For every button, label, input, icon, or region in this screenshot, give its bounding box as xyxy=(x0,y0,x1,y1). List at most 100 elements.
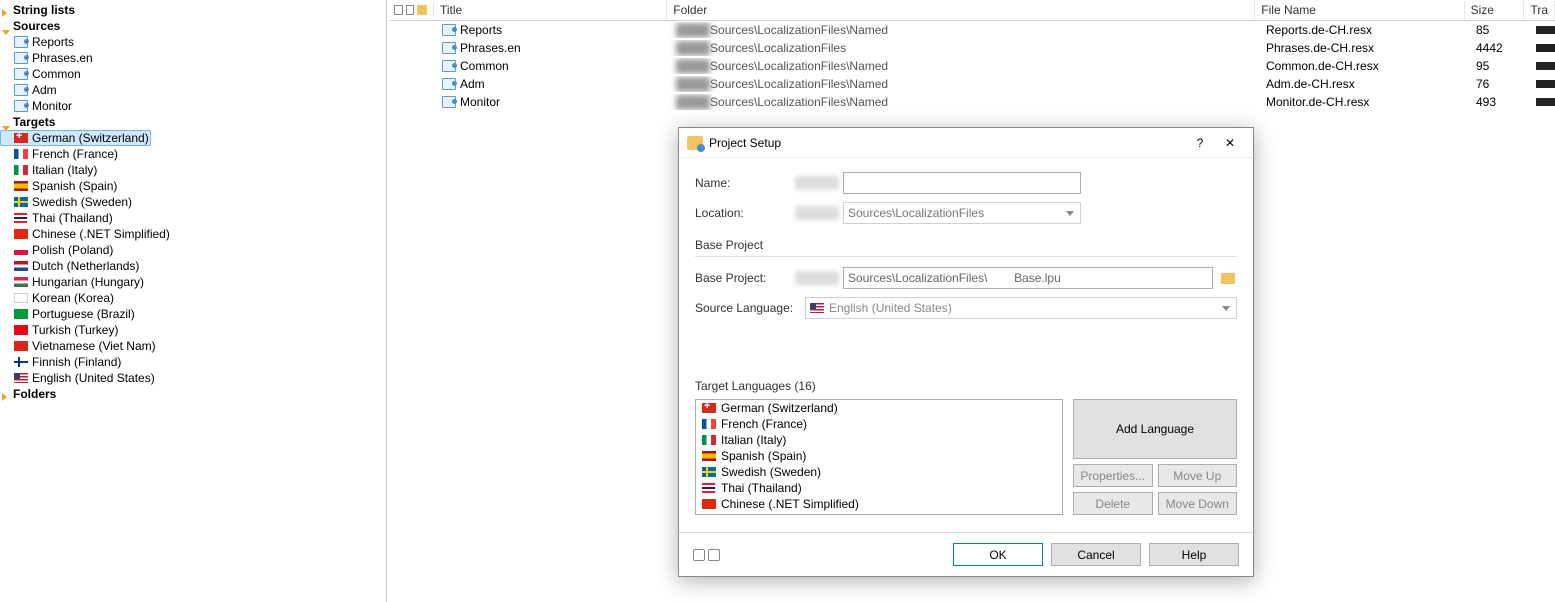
tree-targets[interactable]: Targets xyxy=(0,114,386,130)
tree-folders[interactable]: Folders xyxy=(0,386,386,402)
tree-target-item[interactable]: Portuguese (Brazil) xyxy=(0,306,386,322)
status-icon[interactable] xyxy=(693,549,705,561)
source-label: Phrases.en xyxy=(32,51,93,65)
col-tra[interactable]: Tra xyxy=(1524,1,1555,19)
project-setup-dialog: Project Setup ? ✕ Name: Location: Source… xyxy=(678,127,1254,577)
target-label: Polish (Poland) xyxy=(32,243,113,257)
language-list-item[interactable]: French (France) xyxy=(696,416,1062,432)
language-list-item[interactable]: Chinese (.NET Simplified) xyxy=(696,496,1062,512)
table-row[interactable]: Monitor████Sources\LocalizationFiles\Nam… xyxy=(390,93,1555,111)
tree-target-item[interactable]: Hungarian (Hungary) xyxy=(0,274,386,290)
col-select[interactable] xyxy=(390,3,434,17)
tree-target-item[interactable]: Thai (Thailand) xyxy=(0,210,386,226)
language-list-item[interactable]: Swedish (Sweden) xyxy=(696,464,1062,480)
language-list-item[interactable]: German (Switzerland) xyxy=(696,400,1062,416)
table-row[interactable]: Common████Sources\LocalizationFiles\Name… xyxy=(390,57,1555,75)
delete-button[interactable]: Delete xyxy=(1073,492,1153,515)
tree-target-item[interactable]: Vietnamese (Viet Nam) xyxy=(0,338,386,354)
location-combo[interactable]: Sources\LocalizationFiles xyxy=(843,202,1081,224)
row-size: 493 xyxy=(1470,94,1530,110)
redacted-text: ████ xyxy=(676,77,710,91)
help-icon[interactable]: ? xyxy=(1185,129,1215,157)
tree-target-item[interactable]: French (France) xyxy=(0,146,386,162)
close-icon[interactable]: ✕ xyxy=(1215,129,1245,157)
tree-source-item[interactable]: Phrases.en xyxy=(0,50,386,66)
it-flag-icon xyxy=(14,165,28,175)
tree-target-item[interactable]: German (Switzerland) xyxy=(0,130,151,146)
language-label: French (France) xyxy=(721,417,807,431)
tree-target-item[interactable]: Swedish (Sweden) xyxy=(0,194,386,210)
language-label: Chinese (.NET Simplified) xyxy=(721,497,859,511)
language-list-item[interactable]: Spanish (Spain) xyxy=(696,448,1062,464)
location-label: Location: xyxy=(695,206,795,220)
se-flag-icon xyxy=(14,197,28,207)
tree-target-item[interactable]: Korean (Korea) xyxy=(0,290,386,306)
ch-flag-icon xyxy=(14,133,28,143)
tree-source-item[interactable]: Adm xyxy=(0,82,386,98)
tree-target-item[interactable]: Polish (Poland) xyxy=(0,242,386,258)
properties-button[interactable]: Properties... xyxy=(1073,464,1153,487)
ok-button[interactable]: OK xyxy=(953,543,1043,566)
tree-panel: String lists Sources ReportsPhrases.en Co… xyxy=(0,0,387,602)
help-button[interactable]: Help xyxy=(1149,543,1239,566)
row-file: Phrases.de-CH.resx xyxy=(1260,40,1470,56)
source-label: Monitor xyxy=(32,99,72,113)
collapse-icon xyxy=(2,118,10,126)
se-flag-icon xyxy=(702,467,716,477)
source-language-combo[interactable]: English (United States) xyxy=(805,297,1237,319)
table-row[interactable]: Reports████Sources\LocalizationFiles\Nam… xyxy=(390,21,1555,39)
tree-source-item[interactable]: Reports xyxy=(0,34,386,50)
tree-source-item[interactable]: Monitor xyxy=(0,98,386,114)
dialog-titlebar[interactable]: Project Setup ? ✕ xyxy=(679,128,1253,158)
table-row[interactable]: Phrases.en████Sources\LocalizationFilesP… xyxy=(390,39,1555,57)
checkbox-icon[interactable] xyxy=(406,5,415,15)
checkbox-icon[interactable] xyxy=(394,5,403,15)
add-language-button[interactable]: Add Language xyxy=(1073,399,1237,459)
progress-bar-icon xyxy=(1536,62,1555,70)
tree-target-item[interactable]: Chinese (.NET Simplified) xyxy=(0,226,386,242)
base-project-input[interactable] xyxy=(843,267,1213,289)
target-language-list[interactable]: German (Switzerland)French (France)Itali… xyxy=(695,399,1063,515)
us-flag-icon xyxy=(14,373,28,383)
language-list-item[interactable]: Thai (Thailand) xyxy=(696,480,1062,496)
tree-sources[interactable]: Sources xyxy=(0,18,386,34)
browse-button[interactable] xyxy=(1219,269,1237,287)
move-down-button[interactable]: Move Down xyxy=(1158,492,1238,515)
targets-label: Targets xyxy=(13,115,55,129)
col-folder[interactable]: Folder xyxy=(667,1,1255,19)
col-title[interactable]: Title xyxy=(434,1,667,19)
tree-string-lists[interactable]: String lists xyxy=(0,2,386,18)
tree-target-item[interactable]: English (United States) xyxy=(0,370,386,386)
ch-flag-icon xyxy=(702,403,716,413)
tree-target-item[interactable]: Italian (Italy) xyxy=(0,162,386,178)
name-input[interactable] xyxy=(843,172,1081,194)
cancel-button[interactable]: Cancel xyxy=(1051,543,1141,566)
tree-target-item[interactable]: Turkish (Turkey) xyxy=(0,322,386,338)
status-icon[interactable] xyxy=(708,549,720,561)
cn-flag-icon xyxy=(14,229,28,239)
es-flag-icon xyxy=(14,181,28,191)
dialog-title: Project Setup xyxy=(709,136,1185,150)
br-flag-icon xyxy=(14,309,28,319)
move-up-button[interactable]: Move Up xyxy=(1158,464,1238,487)
row-file: Common.de-CH.resx xyxy=(1260,58,1470,74)
tree-target-item[interactable]: Dutch (Netherlands) xyxy=(0,258,386,274)
es-flag-icon xyxy=(702,451,716,461)
tree-target-item[interactable]: Spanish (Spain) xyxy=(0,178,386,194)
th-flag-icon xyxy=(702,483,716,493)
table-row[interactable]: Adm████Sources\LocalizationFiles\NamedAd… xyxy=(390,75,1555,93)
col-file[interactable]: File Name xyxy=(1255,1,1464,19)
target-label: Portuguese (Brazil) xyxy=(32,307,135,321)
folder-icon xyxy=(1221,273,1235,284)
tree-source-item[interactable]: Common xyxy=(0,66,386,82)
source-label: Common xyxy=(32,67,81,81)
row-file: Adm.de-CH.resx xyxy=(1260,76,1470,92)
target-label: Turkish (Turkey) xyxy=(32,323,118,337)
row-title: Reports xyxy=(460,23,502,37)
language-list-item[interactable]: Italian (Italy) xyxy=(696,432,1062,448)
progress-bar-icon xyxy=(1536,98,1555,106)
tree-target-item[interactable]: Finnish (Finland) xyxy=(0,354,386,370)
col-size[interactable]: Size xyxy=(1465,1,1525,19)
row-size: 76 xyxy=(1470,76,1530,92)
fr-flag-icon xyxy=(14,149,28,159)
